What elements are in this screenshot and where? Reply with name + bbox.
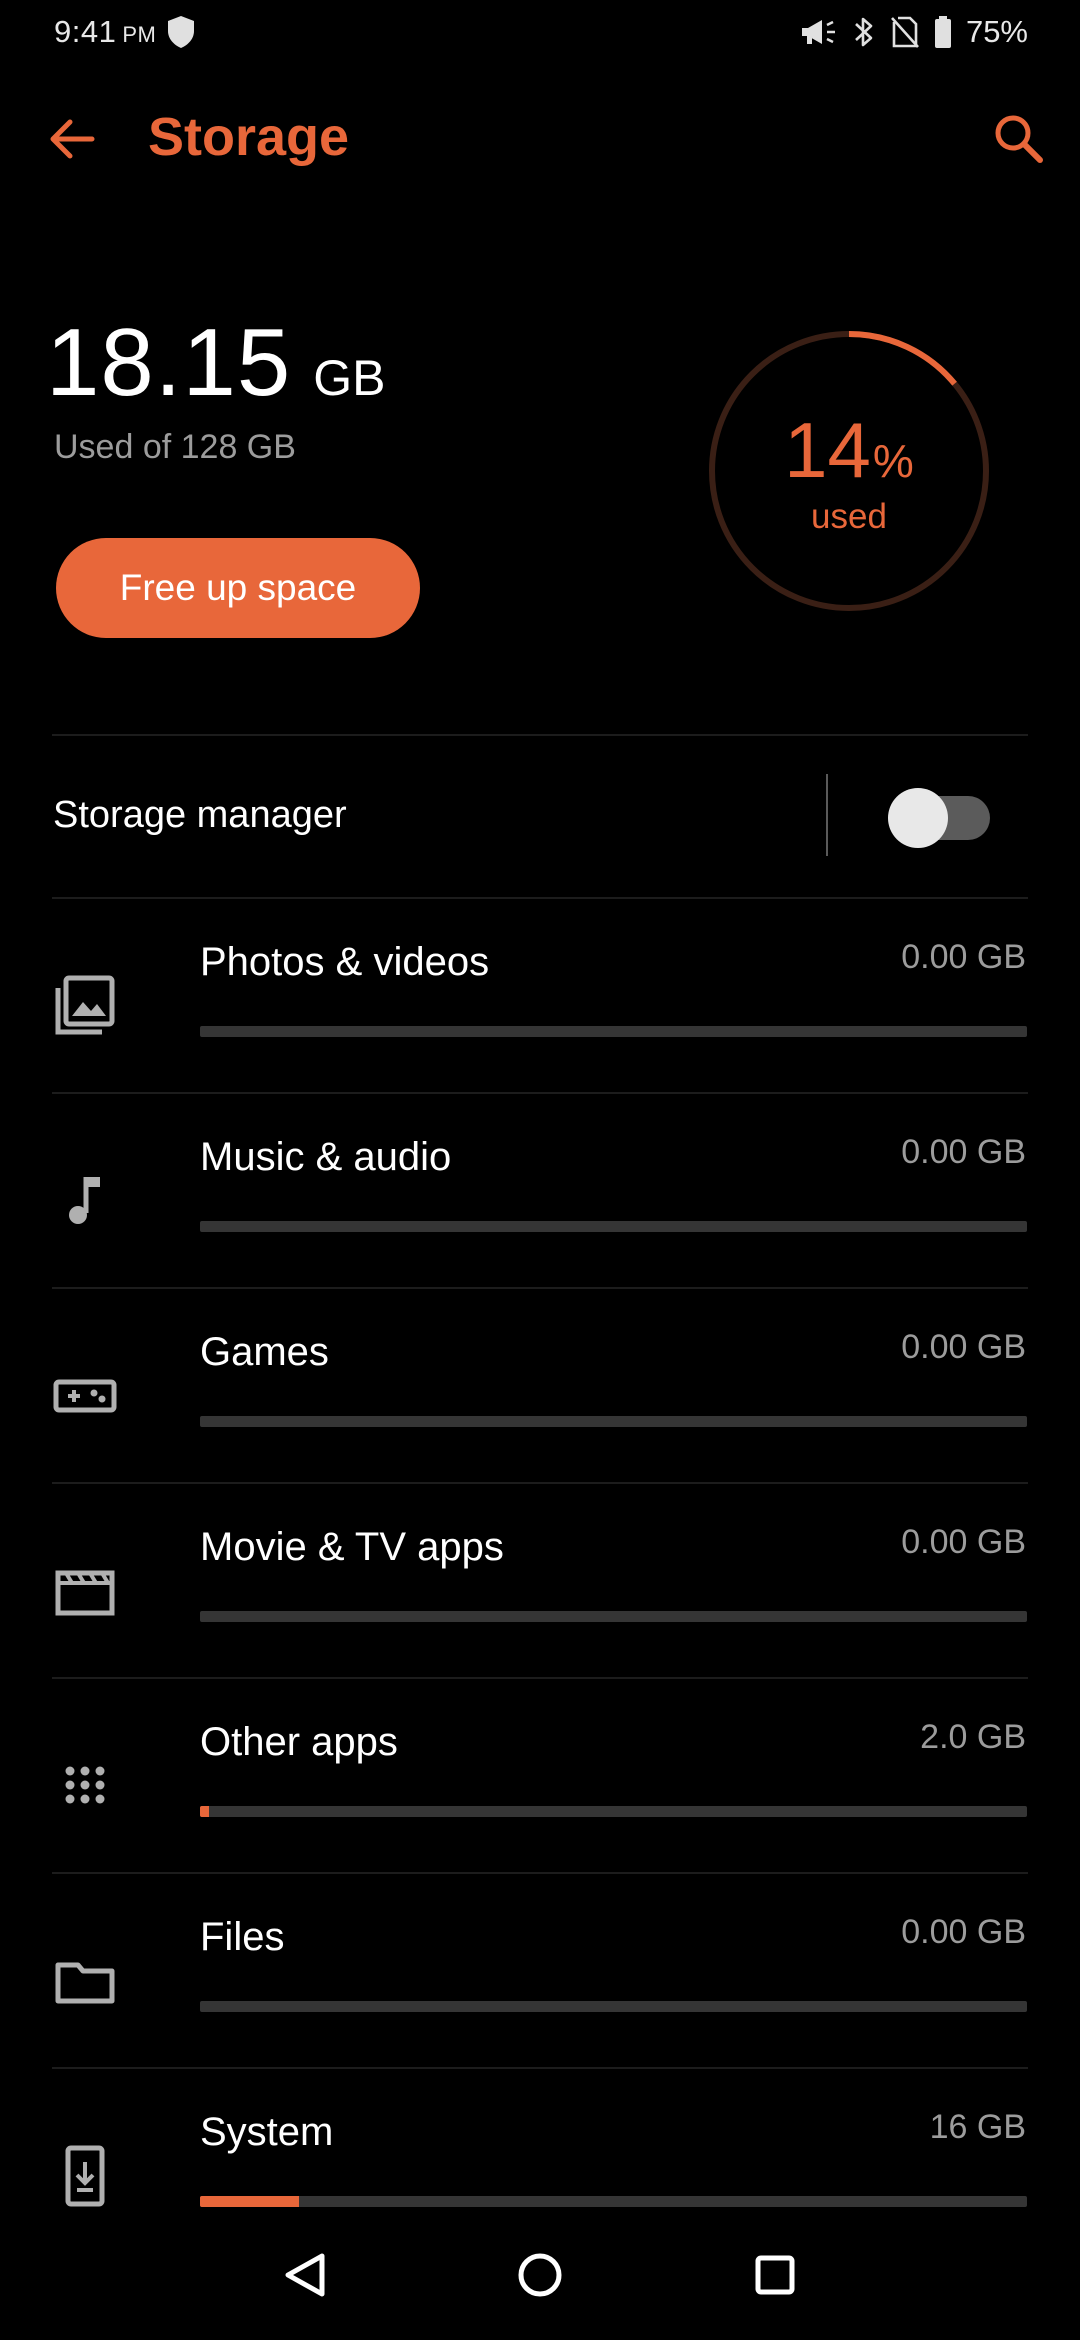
category-usage-bar: [200, 1026, 1027, 1037]
category-row-other-apps[interactable]: Other apps 2.0 GB: [0, 1678, 1080, 1872]
status-icons: 75%: [798, 12, 1028, 52]
status-time: 9:41 PM: [54, 14, 156, 50]
nav-home-icon: [518, 2253, 562, 2297]
search-button[interactable]: [984, 104, 1054, 174]
category-size: 16 GB: [929, 2108, 1026, 2146]
nav-recents-icon: [755, 2255, 795, 2295]
used-storage: 18.15 GB: [46, 308, 385, 418]
category-usage-fill: [200, 1806, 210, 1817]
category-usage-bar: [200, 2196, 1027, 2207]
megaphone-icon: [801, 20, 835, 44]
category-row-files[interactable]: Files 0.00 GB: [0, 1873, 1080, 2067]
category-label: Files: [200, 1915, 285, 1959]
shield-icon: [168, 16, 194, 48]
category-label: Other apps: [200, 1720, 398, 1764]
search-icon: [995, 115, 1043, 163]
usage-ring-text: 14% used: [704, 326, 994, 616]
category-label: Photos & videos: [200, 940, 490, 984]
app-bar: Storage: [0, 90, 1080, 190]
system-update-icon: [65, 2145, 105, 2207]
category-size: 0.00 GB: [901, 1523, 1026, 1561]
category-label: Music & audio: [200, 1135, 452, 1179]
movie-icon: [55, 1570, 115, 1616]
category-usage-bar: [200, 1806, 1027, 1817]
category-usage-fill: [200, 2196, 300, 2207]
usage-percent-sign: %: [872, 435, 914, 487]
folder-icon: [55, 1962, 115, 2004]
category-row-movie-tv-apps[interactable]: Movie & TV apps 0.00 GB: [0, 1483, 1080, 1677]
category-usage-bar: [200, 1416, 1027, 1427]
nav-home-button[interactable]: [505, 2240, 575, 2310]
page-title: Storage: [148, 107, 350, 167]
category-label: Games: [200, 1330, 329, 1374]
status-time-value: 9:41: [54, 14, 117, 49]
category-size: 0.00 GB: [901, 938, 1026, 976]
storage-manager-row[interactable]: Storage manager: [0, 736, 1080, 898]
back-button[interactable]: [40, 104, 110, 174]
apps-grid-icon: [65, 1766, 105, 1804]
status-bar: 9:41 PM 75%: [0, 0, 1080, 64]
arrow-left-icon: [50, 119, 95, 159]
nav-back-button[interactable]: [270, 2240, 340, 2310]
used-of-total: Used of 128 GB: [54, 428, 296, 466]
photo-library-icon: [55, 975, 115, 1035]
nav-recents-button[interactable]: [740, 2240, 810, 2310]
battery-percent: 75%: [965, 14, 1028, 49]
category-label: Movie & TV apps: [200, 1525, 504, 1569]
category-size: 0.00 GB: [901, 1328, 1026, 1366]
category-size: 0.00 GB: [901, 1913, 1026, 1951]
used-unit: GB: [313, 350, 386, 406]
vertical-separator: [826, 774, 828, 856]
category-usage-bar: [200, 1611, 1027, 1622]
gamepad-icon: [53, 1379, 117, 1413]
free-up-space-button[interactable]: Free up space: [56, 538, 420, 638]
category-row-music-audio[interactable]: Music & audio 0.00 GB: [0, 1093, 1080, 1287]
category-row-games[interactable]: Games 0.00 GB: [0, 1288, 1080, 1482]
usage-percent-value: 14: [784, 406, 871, 494]
battery-icon: [934, 16, 951, 48]
usage-ring: 14% used: [704, 326, 994, 616]
category-usage-bar: [200, 2001, 1027, 2012]
category-size: 0.00 GB: [901, 1133, 1026, 1171]
storage-manager-label: Storage manager: [53, 794, 347, 836]
usage-percent-label: used: [811, 497, 887, 536]
category-usage-bar: [200, 1221, 1027, 1232]
music-note-icon: [69, 1177, 100, 1224]
storage-manager-toggle[interactable]: [888, 788, 994, 848]
usage-percent: 14%: [784, 411, 914, 489]
nav-back-icon: [285, 2253, 325, 2297]
bluetooth-icon: [855, 17, 873, 47]
status-time-ampm: PM: [122, 22, 157, 47]
category-label: System: [200, 2110, 334, 2154]
no-sim-icon: [890, 16, 919, 48]
used-value: 18.15: [46, 309, 292, 416]
navigation-bar: [0, 2210, 1080, 2340]
toggle-thumb: [888, 788, 948, 848]
category-size: 2.0 GB: [920, 1718, 1026, 1756]
category-row-photos-videos[interactable]: Photos & videos 0.00 GB: [0, 898, 1080, 1092]
